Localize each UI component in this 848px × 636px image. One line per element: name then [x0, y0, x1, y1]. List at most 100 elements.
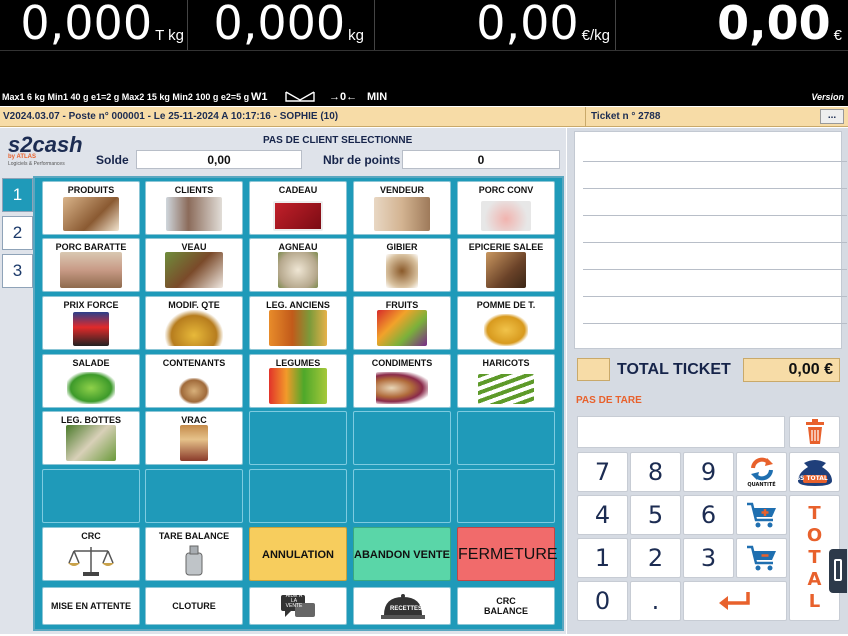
key-vendeur[interactable]: VENDEUR [353, 181, 451, 235]
key-2[interactable]: 2 [630, 538, 681, 578]
key-5[interactable]: 5 [630, 495, 681, 535]
crc-button[interactable]: CRC [42, 527, 140, 581]
enter-button[interactable] [683, 581, 787, 621]
weight-readout: 0,000 kg [213, 0, 364, 50]
key-agneau[interactable]: AGNEAU [249, 238, 347, 292]
key-produits[interactable]: PRODUITS [42, 181, 140, 235]
key-pomme-de-t[interactable]: POMME DE T. [457, 296, 555, 350]
more-button[interactable]: ... [820, 109, 844, 124]
ticket-number: Ticket n ° 2788 [591, 111, 661, 122]
w1-indicator: W1 [251, 91, 268, 103]
key-porc-baratte[interactable]: PORC BARATTE [42, 238, 140, 292]
divider [374, 0, 375, 50]
price-readout: 0,00 €/kg [476, 0, 610, 50]
tab-2[interactable]: 2 [2, 216, 33, 250]
key-9[interactable]: 9 [683, 452, 734, 492]
abandon-vente-button[interactable]: ABANDON VENTE [353, 527, 451, 581]
s2cash-logo: s2cash by ATLAS Logiciels & Performances [8, 132, 83, 167]
key-leg-bottes[interactable]: LEG. BOTTES [42, 411, 140, 465]
empty-key [249, 411, 347, 465]
tare-balance-button[interactable]: TARE BALANCE [145, 527, 243, 581]
prix-force-image [73, 312, 109, 346]
key-epicerie-salee[interactable]: EPICERIE SALEE [457, 238, 555, 292]
divider [585, 107, 586, 127]
aide-vente-button[interactable]: AIDE À LA VENTE [249, 587, 347, 625]
ss-total-button[interactable]: SS TOTAL [789, 452, 840, 492]
total-ticket-label: TOTAL TICKET [617, 361, 731, 378]
scale-display: 0,000 T kg 0,000 kg 0,00 €/kg 0,00 € [0, 0, 848, 88]
gibier-image [386, 254, 418, 288]
key-contenants[interactable]: CONTENANTS [145, 354, 243, 408]
key-prix-force[interactable]: PRIX FORCE [42, 296, 140, 350]
key-gibier[interactable]: GIBIER [353, 238, 451, 292]
tab-3[interactable]: 3 [2, 254, 33, 288]
metrology-bar: Max1 6 kg Min1 40 g e1=2 g Max2 15 kg Mi… [0, 88, 848, 106]
key-fruits[interactable]: FRUITS [353, 296, 451, 350]
crc-balance-button[interactable]: CRC BALANCE [457, 587, 555, 625]
delete-button[interactable] [789, 416, 840, 448]
key-8[interactable]: 8 [630, 452, 681, 492]
ticket-line [583, 215, 847, 216]
remove-from-cart-button[interactable] [736, 538, 787, 578]
points-field: 0 [402, 150, 560, 169]
key-leg-anciens[interactable]: LEG. ANCIENS [249, 296, 347, 350]
key-4[interactable]: 4 [577, 495, 628, 535]
ticket-line [583, 269, 847, 270]
milk-can-icon [185, 545, 203, 576]
solde-field: 0,00 [136, 150, 302, 169]
leg-bottes-image [66, 425, 116, 461]
key-6[interactable]: 6 [683, 495, 734, 535]
key-dot[interactable]: . [630, 581, 681, 621]
min-indicator: MIN [367, 91, 388, 103]
key-salade[interactable]: SALADE [42, 354, 140, 408]
empty-key [457, 469, 555, 523]
ticket-color-indicator [577, 358, 610, 381]
recettes-button[interactable]: RECETTES [353, 587, 451, 625]
vendeur-image [374, 197, 430, 231]
side-drawer-handle[interactable] [829, 549, 847, 593]
refresh-arrows-icon [750, 457, 773, 481]
status-bar: V2024.03.07 - Poste n° 000001 - Le 25-11… [0, 107, 848, 127]
key-legumes[interactable]: LEGUMES [249, 354, 347, 408]
client-status: PAS DE CLIENT SELECTIONNE [263, 135, 413, 146]
add-to-cart-button[interactable] [736, 495, 787, 535]
contenants-image [179, 378, 209, 404]
ticket-lines [574, 131, 847, 349]
numeric-input[interactable] [577, 416, 785, 448]
key-vrac[interactable]: VRAC [145, 411, 243, 465]
divider [0, 50, 848, 51]
key-clients[interactable]: CLIENTS [145, 181, 243, 235]
session-info: V2024.03.07 - Poste n° 000001 - Le 25-11… [3, 111, 339, 122]
empty-key [249, 469, 347, 523]
ticket-line [583, 296, 847, 297]
vrac-image [180, 425, 208, 461]
key-condiments[interactable]: CONDIMENTS [353, 354, 451, 408]
haricots-image [478, 374, 534, 404]
key-7[interactable]: 7 [577, 452, 628, 492]
cart-add-icon [746, 502, 776, 528]
key-haricots[interactable]: HARICOTS [457, 354, 555, 408]
points-label: Nbr de points [323, 153, 401, 167]
key-0[interactable]: 0 [577, 581, 628, 621]
annulation-ligne-button[interactable]: ANNULATION LIGNE [249, 527, 347, 615]
key-1[interactable]: 1 [577, 538, 628, 578]
ticket-line [583, 188, 847, 189]
salade-image [67, 372, 115, 404]
key-cadeau[interactable]: CADEAU [249, 181, 347, 235]
fermeture-button[interactable]: FERMETURE [457, 527, 558, 581]
tab-1[interactable]: 1 [2, 178, 33, 212]
legumes-image [269, 368, 327, 404]
key-veau[interactable]: VEAU [145, 238, 243, 292]
cloture-button[interactable]: CLOTURE [145, 587, 243, 625]
key-modif-qte[interactable]: MODIF. QTE [145, 296, 243, 350]
key-3[interactable]: 3 [683, 538, 734, 578]
modif-qte-image [165, 310, 223, 346]
zero-indicator: →0← [329, 91, 358, 103]
leg-anciens-image [269, 310, 327, 346]
empty-key [457, 411, 555, 465]
solde-label: Solde [96, 153, 129, 167]
quantite-button[interactable]: QUANTITÉ [736, 452, 787, 492]
key-porc-conv[interactable]: PORC CONV [457, 181, 555, 235]
mise-en-attente-button[interactable]: MISE EN ATTENTE [42, 587, 140, 625]
money-bag-icon [797, 460, 832, 486]
